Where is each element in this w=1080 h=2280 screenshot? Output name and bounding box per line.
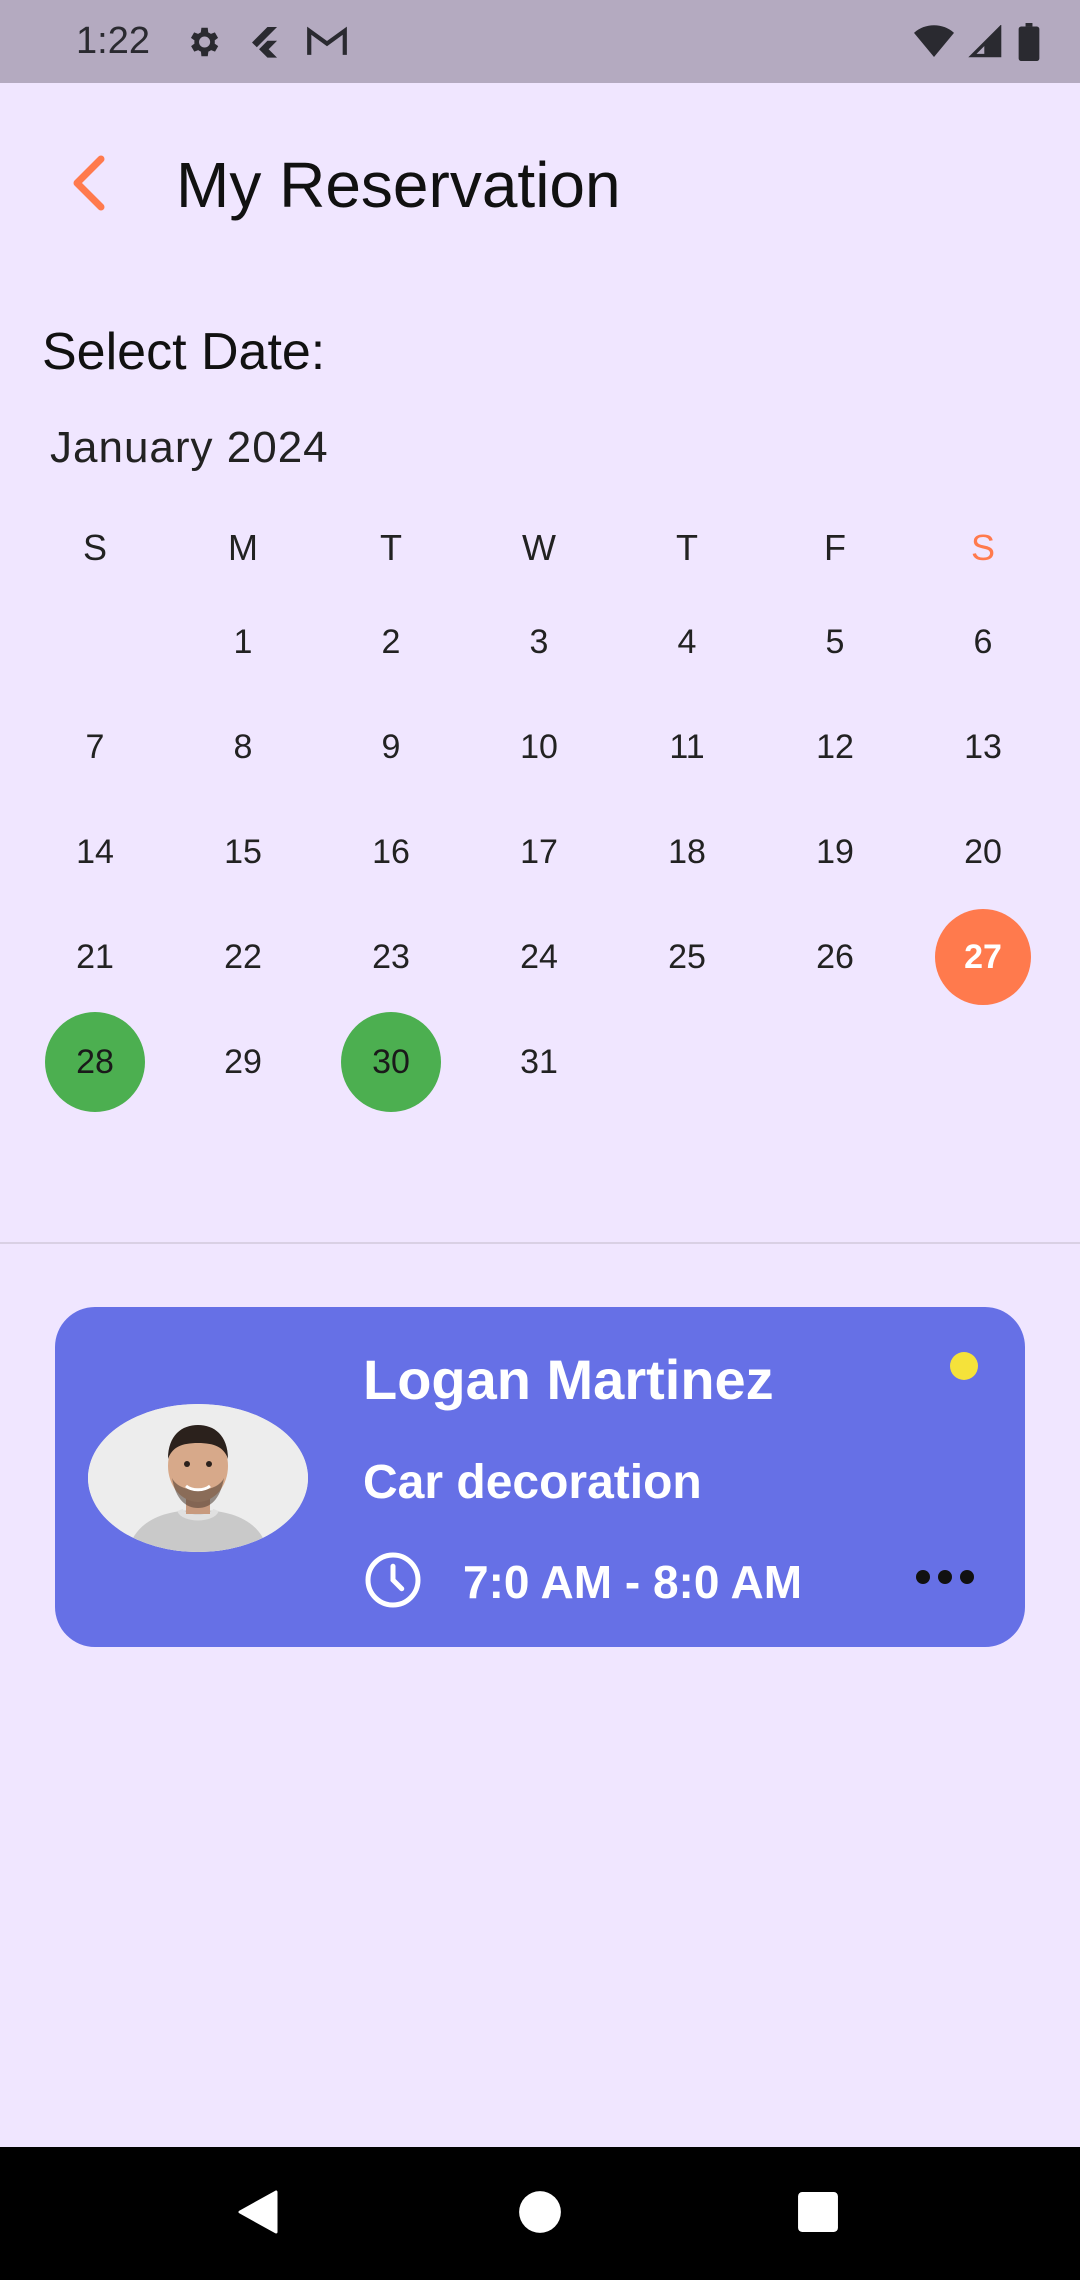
weekday-header: W [522, 527, 556, 568]
calendar-day[interactable]: 31 [489, 1012, 589, 1112]
calendar-day[interactable]: 13 [933, 697, 1033, 797]
back-button[interactable] [44, 140, 134, 230]
screen: 1:22 My Reservation Select Date: January… [0, 0, 1080, 2280]
settings-icon [184, 23, 222, 61]
profile-photo [88, 1404, 308, 1552]
app-header: My Reservation [0, 140, 1080, 230]
calendar-day[interactable]: 3 [489, 592, 589, 692]
page-title: My Reservation [176, 149, 621, 221]
calendar-day[interactable]: 11 [637, 697, 737, 797]
calendar-day[interactable]: 6 [933, 592, 1033, 692]
status-time: 1:22 [76, 20, 150, 62]
nav-home-button[interactable] [500, 2174, 580, 2254]
service-name: Car decoration [363, 1456, 702, 1509]
month-label: January 2024 [50, 423, 329, 472]
client-name: Logan Martinez [363, 1348, 774, 1411]
reservation-card[interactable]: Logan Martinez Car decoration 7:0 AM - 8… [55, 1307, 1025, 1647]
more-options-button[interactable] [905, 1552, 985, 1602]
calendar-day[interactable]: 15 [193, 802, 293, 902]
status-icons-left [184, 23, 348, 61]
reservation-time: 7:0 AM - 8:0 AM [463, 1556, 803, 1608]
nav-recents-button[interactable] [778, 2174, 858, 2254]
more-horizontal-icon-dot [916, 1570, 930, 1584]
calendar-day[interactable]: 24 [489, 907, 589, 1007]
select-date-label: Select Date: [42, 323, 326, 381]
chevron-left-icon [69, 155, 109, 216]
signal-icon [968, 24, 1004, 59]
calendar-day[interactable]: 4 [637, 592, 737, 692]
clock-icon [363, 1550, 423, 1615]
nav-back-button[interactable] [218, 2174, 298, 2254]
calendar-day-selected[interactable]: 27 [935, 909, 1031, 1005]
more-horizontal-icon-dot [938, 1570, 952, 1584]
calendar-day[interactable]: 26 [785, 907, 885, 1007]
calendar-day[interactable]: 29 [193, 1012, 293, 1112]
calendar-day[interactable]: 9 [341, 697, 441, 797]
calendar-day[interactable]: 16 [341, 802, 441, 902]
calendar-day[interactable]: 18 [637, 802, 737, 902]
calendar-day[interactable]: 2 [341, 592, 441, 692]
calendar-day[interactable]: 10 [489, 697, 589, 797]
nav-back-icon [236, 2188, 280, 2241]
flutter-icon [246, 23, 282, 61]
weekday-header: T [676, 527, 698, 568]
divider [0, 1242, 1080, 1244]
calendar-day[interactable]: 5 [785, 592, 885, 692]
system-nav-bar [0, 2147, 1080, 2280]
weekday-header: T [380, 527, 402, 568]
calendar-day[interactable]: 14 [45, 802, 145, 902]
weekday-header: M [228, 527, 258, 568]
nav-home-icon [518, 2190, 562, 2239]
gmail-icon [306, 25, 348, 59]
status-bar: 1:22 [0, 0, 1080, 83]
calendar-day[interactable]: 20 [933, 802, 1033, 902]
nav-recents-icon [797, 2191, 839, 2238]
calendar-day[interactable]: 7 [45, 697, 145, 797]
calendar-day[interactable]: 1 [193, 592, 293, 692]
calendar-day[interactable]: 21 [45, 907, 145, 1007]
calendar-day-booked[interactable]: 28 [45, 1012, 145, 1112]
battery-icon [1018, 22, 1040, 61]
time-row: 7:0 AM - 8:0 AM [363, 1547, 802, 1617]
status-dot [950, 1352, 978, 1380]
calendar-day[interactable]: 19 [785, 802, 885, 902]
weekday-header: F [824, 527, 846, 568]
calendar-day[interactable]: 12 [785, 697, 885, 797]
status-icons-right [914, 22, 1040, 61]
calendar-day-booked[interactable]: 30 [341, 1012, 441, 1112]
weekday-header: S [970, 527, 995, 568]
calendar-day[interactable]: 22 [193, 907, 293, 1007]
calendar-day[interactable]: 8 [193, 697, 293, 797]
weekday-header: S [82, 527, 107, 568]
calendar-day[interactable]: 17 [489, 802, 589, 902]
calendar-day[interactable]: 25 [637, 907, 737, 1007]
more-horizontal-icon-dot [960, 1570, 974, 1584]
wifi-icon [914, 24, 954, 59]
calendar-day[interactable]: 23 [341, 907, 441, 1007]
